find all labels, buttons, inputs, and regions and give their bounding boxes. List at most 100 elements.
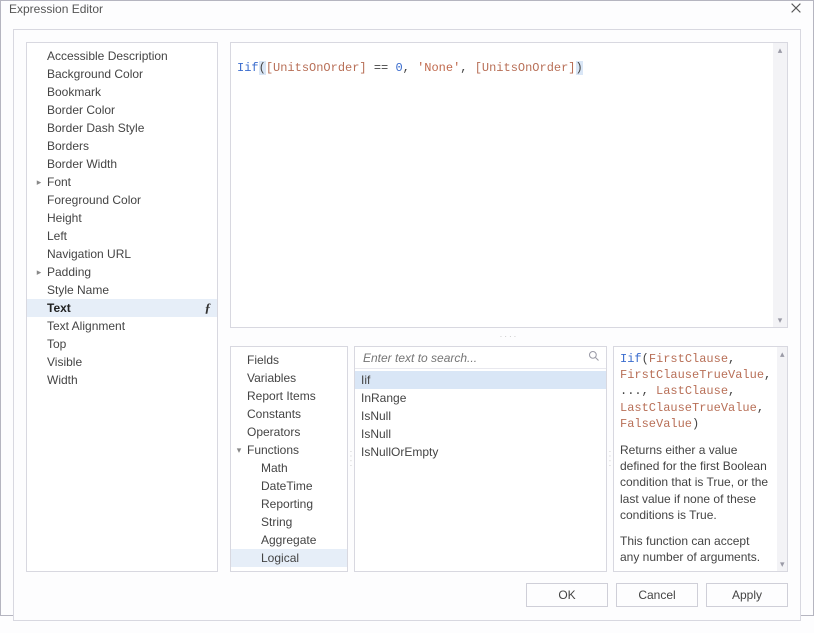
property-item-foreground-color[interactable]: Foreground Color bbox=[27, 191, 217, 209]
property-item-text[interactable]: Text ƒ bbox=[27, 299, 217, 317]
cancel-button[interactable]: Cancel bbox=[616, 583, 698, 607]
horizontal-splitter[interactable]: ···· bbox=[230, 335, 788, 339]
apply-button[interactable]: Apply bbox=[706, 583, 788, 607]
property-label: Text bbox=[45, 301, 71, 315]
category-item-aggregate[interactable]: Aggregate bbox=[231, 531, 347, 549]
fx-icon: ƒ bbox=[205, 300, 212, 316]
category-item-math[interactable]: Math bbox=[231, 459, 347, 477]
property-label: Style Name bbox=[45, 283, 109, 297]
property-item-visible[interactable]: Visible bbox=[27, 353, 217, 371]
property-item-background-color[interactable]: Background Color bbox=[27, 65, 217, 83]
scroll-down-icon[interactable]: ▾ bbox=[777, 559, 787, 569]
property-item-accessible-description[interactable]: Accessible Description bbox=[27, 47, 217, 65]
property-label: Width bbox=[45, 373, 78, 387]
category-item-operators[interactable]: Operators bbox=[231, 423, 347, 441]
function-item-inrange[interactable]: InRange bbox=[355, 389, 606, 407]
category-label: Operators bbox=[245, 425, 300, 439]
expression-text-area[interactable]: Iif([UnitsOnOrder] == 0, 'None', [UnitsO… bbox=[231, 43, 773, 327]
category-label: Report Items bbox=[245, 389, 316, 403]
functions-panel: IifInRangeIsNullIsNullIsNullOrEmpty bbox=[354, 346, 607, 572]
category-item-logical[interactable]: Logical bbox=[231, 549, 347, 567]
category-item-report-items[interactable]: Report Items bbox=[231, 387, 347, 405]
category-item-reporting[interactable]: Reporting bbox=[231, 495, 347, 513]
property-item-padding[interactable]: ▸Padding bbox=[27, 263, 217, 281]
category-item-functions[interactable]: ▾Functions bbox=[231, 441, 347, 459]
category-label: Logical bbox=[259, 551, 299, 565]
category-item-variables[interactable]: Variables bbox=[231, 369, 347, 387]
property-item-width[interactable]: Width bbox=[27, 371, 217, 389]
category-item-fields[interactable]: Fields bbox=[231, 351, 347, 369]
signature: Iif(FirstClause, FirstClauseTrueValue, .… bbox=[620, 351, 771, 432]
scroll-up-icon[interactable]: ▴ bbox=[775, 45, 785, 55]
category-label: Aggregate bbox=[259, 533, 316, 547]
category-item-constants[interactable]: Constants bbox=[231, 405, 347, 423]
property-label: Background Color bbox=[45, 67, 143, 81]
property-label: Text Alignment bbox=[45, 319, 125, 333]
token-field: [UnitsOnOrder] bbox=[266, 61, 367, 75]
property-item-left[interactable]: Left bbox=[27, 227, 217, 245]
function-item-isnullorempty[interactable]: IsNullOrEmpty bbox=[355, 443, 606, 461]
category-label: String bbox=[259, 515, 292, 529]
chevron-right-icon[interactable]: ▸ bbox=[33, 263, 45, 281]
button-row: OK Cancel Apply bbox=[26, 572, 788, 608]
scroll-down-icon[interactable]: ▾ bbox=[775, 315, 785, 325]
property-item-border-width[interactable]: Border Width bbox=[27, 155, 217, 173]
property-label: Visible bbox=[45, 355, 82, 369]
functions-list[interactable]: IifInRangeIsNullIsNullIsNullOrEmpty bbox=[355, 369, 606, 571]
close-button[interactable] bbox=[789, 1, 805, 17]
property-item-navigation-url[interactable]: Navigation URL bbox=[27, 245, 217, 263]
chevron-down-icon[interactable]: ▾ bbox=[233, 441, 245, 459]
scroll-up-icon[interactable]: ▴ bbox=[777, 349, 787, 359]
search-icon[interactable] bbox=[588, 350, 600, 365]
token-function: Iif bbox=[237, 61, 259, 75]
property-item-style-name[interactable]: Style Name bbox=[27, 281, 217, 299]
properties-tree[interactable]: Accessible Description Background Color Bo… bbox=[27, 43, 217, 571]
search-input[interactable] bbox=[361, 350, 588, 366]
description-body: Iif(FirstClause, FirstClauseTrueValue, .… bbox=[614, 347, 777, 571]
property-item-border-color[interactable]: Border Color bbox=[27, 101, 217, 119]
category-item-datetime[interactable]: DateTime bbox=[231, 477, 347, 495]
search-row bbox=[355, 347, 606, 369]
function-item-iif[interactable]: Iif bbox=[355, 371, 606, 389]
expression-editor-window: Expression Editor Accessible Description… bbox=[0, 0, 814, 616]
token-paren-open: ( bbox=[259, 61, 266, 75]
property-item-font[interactable]: ▸Font bbox=[27, 173, 217, 191]
right-column: Iif([UnitsOnOrder] == 0, 'None', [UnitsO… bbox=[230, 42, 788, 572]
content-border: Accessible Description Background Color Bo… bbox=[13, 29, 801, 621]
ok-button[interactable]: OK bbox=[526, 583, 608, 607]
token-comma: , bbox=[403, 61, 417, 75]
category-item-string[interactable]: String bbox=[231, 513, 347, 531]
categories-tree[interactable]: Fields Variables Report Items Constants Oper… bbox=[231, 347, 347, 571]
description-para-2: This function can accept any number of a… bbox=[620, 533, 771, 565]
property-item-text-alignment[interactable]: Text Alignment bbox=[27, 317, 217, 335]
content-outer: Accessible Description Background Color Bo… bbox=[1, 17, 813, 633]
property-label: Left bbox=[45, 229, 67, 243]
property-label: Foreground Color bbox=[45, 193, 141, 207]
chevron-right-icon[interactable]: ▸ bbox=[33, 173, 45, 191]
category-label: Reporting bbox=[259, 497, 313, 511]
window-title: Expression Editor bbox=[9, 2, 103, 16]
function-item-isnull[interactable]: IsNull bbox=[355, 425, 606, 443]
property-label: Borders bbox=[45, 139, 89, 153]
category-label: DateTime bbox=[259, 479, 313, 493]
token-comma: , bbox=[460, 61, 474, 75]
property-item-height[interactable]: Height bbox=[27, 209, 217, 227]
token-paren-close: ) bbox=[576, 61, 583, 75]
property-item-bookmark[interactable]: Bookmark bbox=[27, 83, 217, 101]
properties-panel: Accessible Description Background Color Bo… bbox=[26, 42, 218, 572]
property-label: Top bbox=[45, 337, 66, 351]
property-item-border-dash-style[interactable]: Border Dash Style bbox=[27, 119, 217, 137]
function-item-isnull[interactable]: IsNull bbox=[355, 407, 606, 425]
property-label: Border Dash Style bbox=[45, 121, 144, 135]
token-op: == bbox=[367, 61, 396, 75]
category-label: Constants bbox=[245, 407, 301, 421]
property-item-top[interactable]: Top bbox=[27, 335, 217, 353]
category-label: Fields bbox=[245, 353, 279, 367]
token-number: 0 bbox=[395, 61, 402, 75]
description-panel: Iif(FirstClause, FirstClauseTrueValue, .… bbox=[613, 346, 788, 572]
category-label: Math bbox=[259, 461, 288, 475]
property-item-borders[interactable]: Borders bbox=[27, 137, 217, 155]
editor-scrollbar[interactable]: ▴ ▾ bbox=[773, 43, 787, 327]
description-scrollbar[interactable]: ▴ ▾ bbox=[777, 347, 787, 571]
property-label: Navigation URL bbox=[45, 247, 131, 261]
